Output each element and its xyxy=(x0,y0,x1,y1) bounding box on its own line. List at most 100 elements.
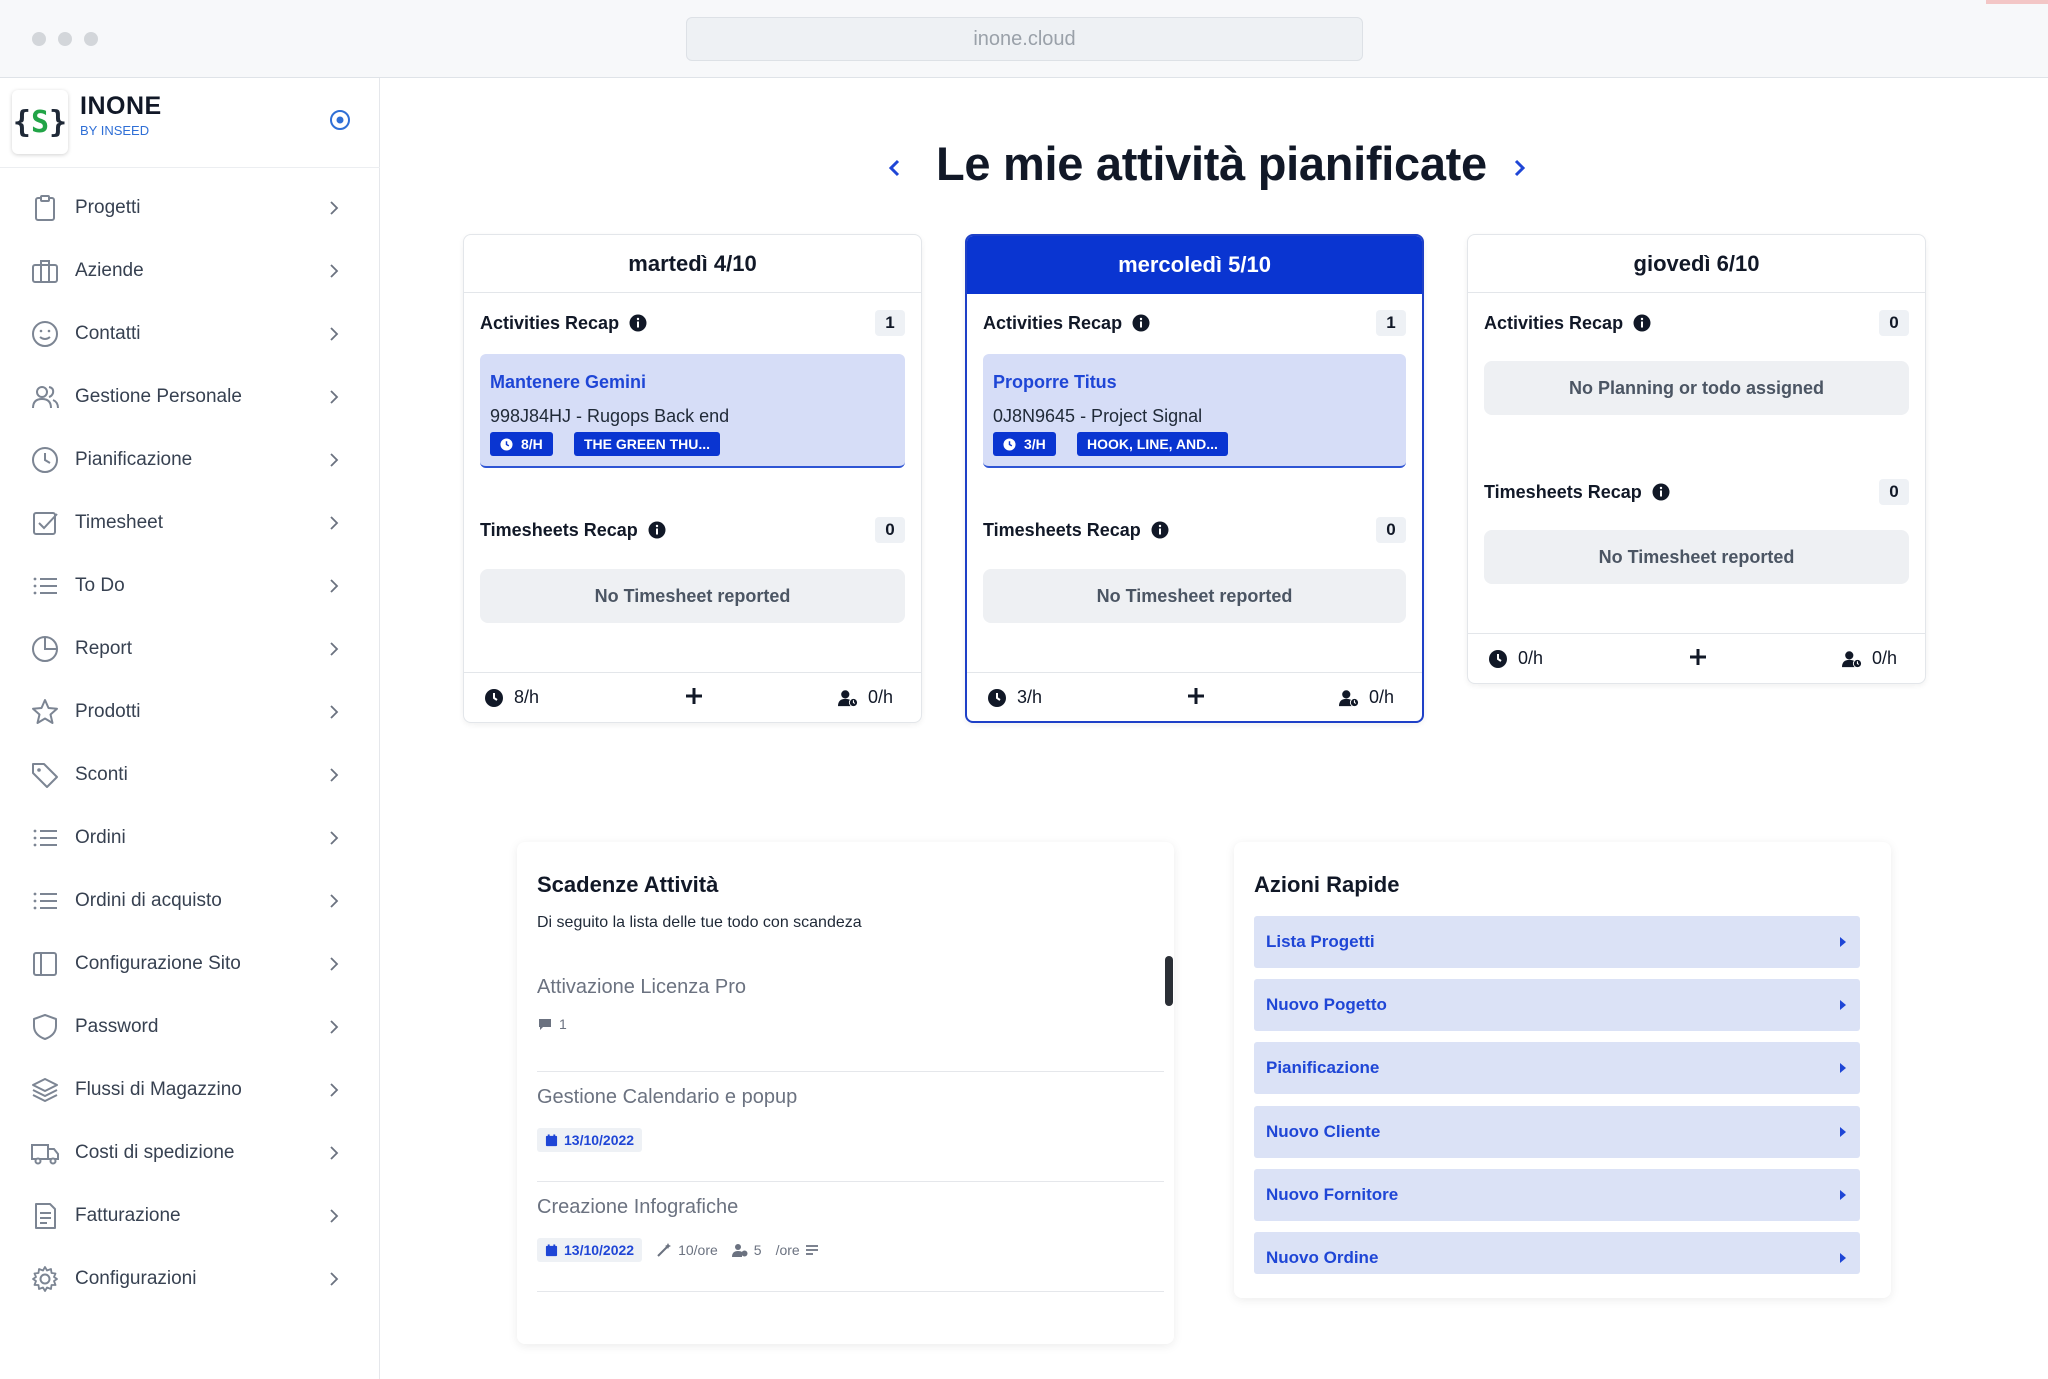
planned-hours: 0/h xyxy=(1488,648,1543,669)
caret-right-icon xyxy=(1840,1253,1846,1263)
info-icon[interactable] xyxy=(1652,483,1670,501)
chevron-right-icon xyxy=(330,516,339,530)
activities-recap-label: Activities Recap xyxy=(983,312,1123,333)
sidebar-item-aziende[interactable]: Aziende xyxy=(0,241,380,301)
add-icon[interactable] xyxy=(683,685,705,707)
page-title: Le mie attività pianificate xyxy=(936,137,1487,190)
timesheets-empty-state: No Timesheet reported xyxy=(1484,530,1909,584)
sidebar-item-label: Configurazione Sito xyxy=(75,953,241,974)
sidebar-item-ordini-di-acquisto[interactable]: Ordini di acquisto xyxy=(0,871,380,931)
due-date-chip: 13/10/2022 xyxy=(537,1128,643,1152)
activity-card[interactable]: Mantenere Gemini 998J84HJ - Rugops Back … xyxy=(480,354,905,468)
window-maximize-dot[interactable] xyxy=(84,32,98,46)
sidebar-item-configurazioni[interactable]: Configurazioni xyxy=(0,1249,380,1309)
info-icon[interactable] xyxy=(648,521,666,539)
todo-item[interactable]: Creazione Infografiche 13/10/2022 10/ore… xyxy=(537,1182,1164,1292)
sidebar-item-label: Ordini di acquisto xyxy=(75,890,222,911)
timesheets-recap: Timesheets Recap 0 xyxy=(983,515,1406,545)
due-date-chip: 13/10/2022 xyxy=(537,1238,643,1262)
todo-meta: 13/10/2022 10/ore 5 /ore xyxy=(537,1238,840,1262)
sidebar-item-timesheet[interactable]: Timesheet xyxy=(0,493,380,553)
sidebar-item-contatti[interactable]: Contatti xyxy=(0,304,380,364)
info-icon[interactable] xyxy=(1633,314,1651,332)
previous-arrow-icon[interactable] xyxy=(884,156,904,180)
magic-wand-icon xyxy=(657,1243,672,1257)
todo-meta: 13/10/2022 xyxy=(537,1128,656,1152)
sidebar-item-costi-di-spedizione[interactable]: Costi di spedizione xyxy=(0,1123,380,1183)
planned-hours: 8/h xyxy=(484,687,539,708)
deadlines-title: Scadenze Attività xyxy=(537,872,719,897)
todo-item[interactable]: Attivazione Licenza Pro 1 xyxy=(537,962,1164,1072)
shield-icon xyxy=(33,1014,57,1040)
user-clock-icon xyxy=(731,1244,748,1257)
chevron-right-icon xyxy=(330,1146,339,1160)
timesheets-count: 0 xyxy=(1879,479,1909,505)
next-arrow-icon[interactable] xyxy=(1510,156,1530,180)
day-header[interactable]: martedì 4/10 xyxy=(464,235,921,293)
smile-icon xyxy=(32,321,58,347)
sidebar-item-progetti[interactable]: Progetti xyxy=(0,178,380,238)
planned-hours: 3/h xyxy=(987,687,1042,708)
activity-card[interactable]: Proporre Titus 0J8N9645 - Project Signal… xyxy=(983,354,1406,468)
sidebar-item-label: Contatti xyxy=(75,323,141,344)
quick-actions-title: Azioni Rapide xyxy=(1254,872,1400,897)
quick-action-nuovo-cliente[interactable]: Nuovo Cliente xyxy=(1254,1106,1860,1158)
quick-action-nuovo-fornitore[interactable]: Nuovo Fornitore xyxy=(1254,1169,1860,1221)
quick-action-nuovo-ordine[interactable]: Nuovo Ordine xyxy=(1254,1232,1860,1274)
info-icon[interactable] xyxy=(629,314,647,332)
add-icon[interactable] xyxy=(1687,646,1709,668)
sidebar-item-configurazione-sito[interactable]: Configurazione Sito xyxy=(0,934,380,994)
gear-icon xyxy=(32,1266,58,1292)
quick-action-lista-progetti[interactable]: Lista Progetti xyxy=(1254,916,1860,968)
quick-action-pianificazione[interactable]: Pianificazione xyxy=(1254,1042,1860,1094)
quick-action-nuovo-pogetto[interactable]: Nuovo Pogetto xyxy=(1254,979,1860,1031)
todo-title: Attivazione Licenza Pro xyxy=(537,976,747,998)
sidebar-item-to-do[interactable]: To Do xyxy=(0,556,380,616)
logged-hours: 0/h xyxy=(1841,648,1897,669)
caret-right-icon xyxy=(1840,937,1846,947)
timesheets-empty-state: No Timesheet reported xyxy=(480,569,905,623)
sidebar-item-label: Pianificazione xyxy=(75,449,193,470)
activities-recap-label: Activities Recap xyxy=(480,312,620,333)
chevron-right-icon xyxy=(330,705,339,719)
sidebar-item-pianificazione[interactable]: Pianificazione xyxy=(0,430,380,490)
sidebar-item-gestione-personale[interactable]: Gestione Personale xyxy=(0,367,380,427)
target-icon[interactable] xyxy=(328,108,352,132)
day-header[interactable]: mercoledì 5/10 xyxy=(967,236,1422,294)
sidebar-item-fatturazione[interactable]: Fatturazione xyxy=(0,1186,380,1246)
activity-title[interactable]: Proporre Titus xyxy=(993,372,1117,393)
sidebar-item-label: To Do xyxy=(75,575,125,596)
sidebar-item-flussi-di-magazzino[interactable]: Flussi di Magazzino xyxy=(0,1060,380,1120)
estimated-hours: 10/ore xyxy=(656,1242,718,1258)
list-icon xyxy=(33,892,57,910)
extra-hours: /ore xyxy=(776,1242,826,1258)
briefcase-icon xyxy=(32,260,58,283)
sidebar-item-prodotti[interactable]: Prodotti xyxy=(0,682,380,742)
brand-header: {S} INONE BY INSEED xyxy=(0,78,380,168)
add-icon[interactable] xyxy=(1185,685,1207,707)
activity-title[interactable]: Mantenere Gemini xyxy=(490,372,646,393)
timesheets-recap-label: Timesheets Recap xyxy=(1484,481,1642,502)
day-header[interactable]: giovedì 6/10 xyxy=(1468,235,1925,293)
comment-icon xyxy=(539,1019,551,1030)
url-bar[interactable]: inone.cloud xyxy=(686,17,1363,61)
caret-right-icon xyxy=(1840,1127,1846,1137)
sidebar-item-ordini[interactable]: Ordini xyxy=(0,808,380,868)
info-icon[interactable] xyxy=(1151,521,1169,539)
activities-empty-state: No Planning or todo assigned xyxy=(1484,361,1909,415)
sidebar-item-label: Flussi di Magazzino xyxy=(75,1079,242,1100)
activities-recap: Activities Recap 1 xyxy=(480,308,905,338)
sidebar-item-label: Report xyxy=(75,638,133,659)
window-minimize-dot[interactable] xyxy=(58,32,72,46)
day-footer: 0/h 0/h xyxy=(1468,633,1925,683)
window-close-dot[interactable] xyxy=(32,32,46,46)
sidebar-item-report[interactable]: Report xyxy=(0,619,380,679)
info-icon[interactable] xyxy=(1132,314,1150,332)
caret-right-icon xyxy=(1840,1063,1846,1073)
scrollbar-thumb[interactable] xyxy=(1165,956,1173,1006)
sidebar-item-password[interactable]: Password xyxy=(0,997,380,1057)
clipboard-icon xyxy=(35,195,55,221)
chevron-right-icon xyxy=(330,201,339,215)
sidebar-item-sconti[interactable]: Sconti xyxy=(0,745,380,805)
todo-item[interactable]: Gestione Calendario e popup 13/10/2022 xyxy=(537,1072,1164,1182)
